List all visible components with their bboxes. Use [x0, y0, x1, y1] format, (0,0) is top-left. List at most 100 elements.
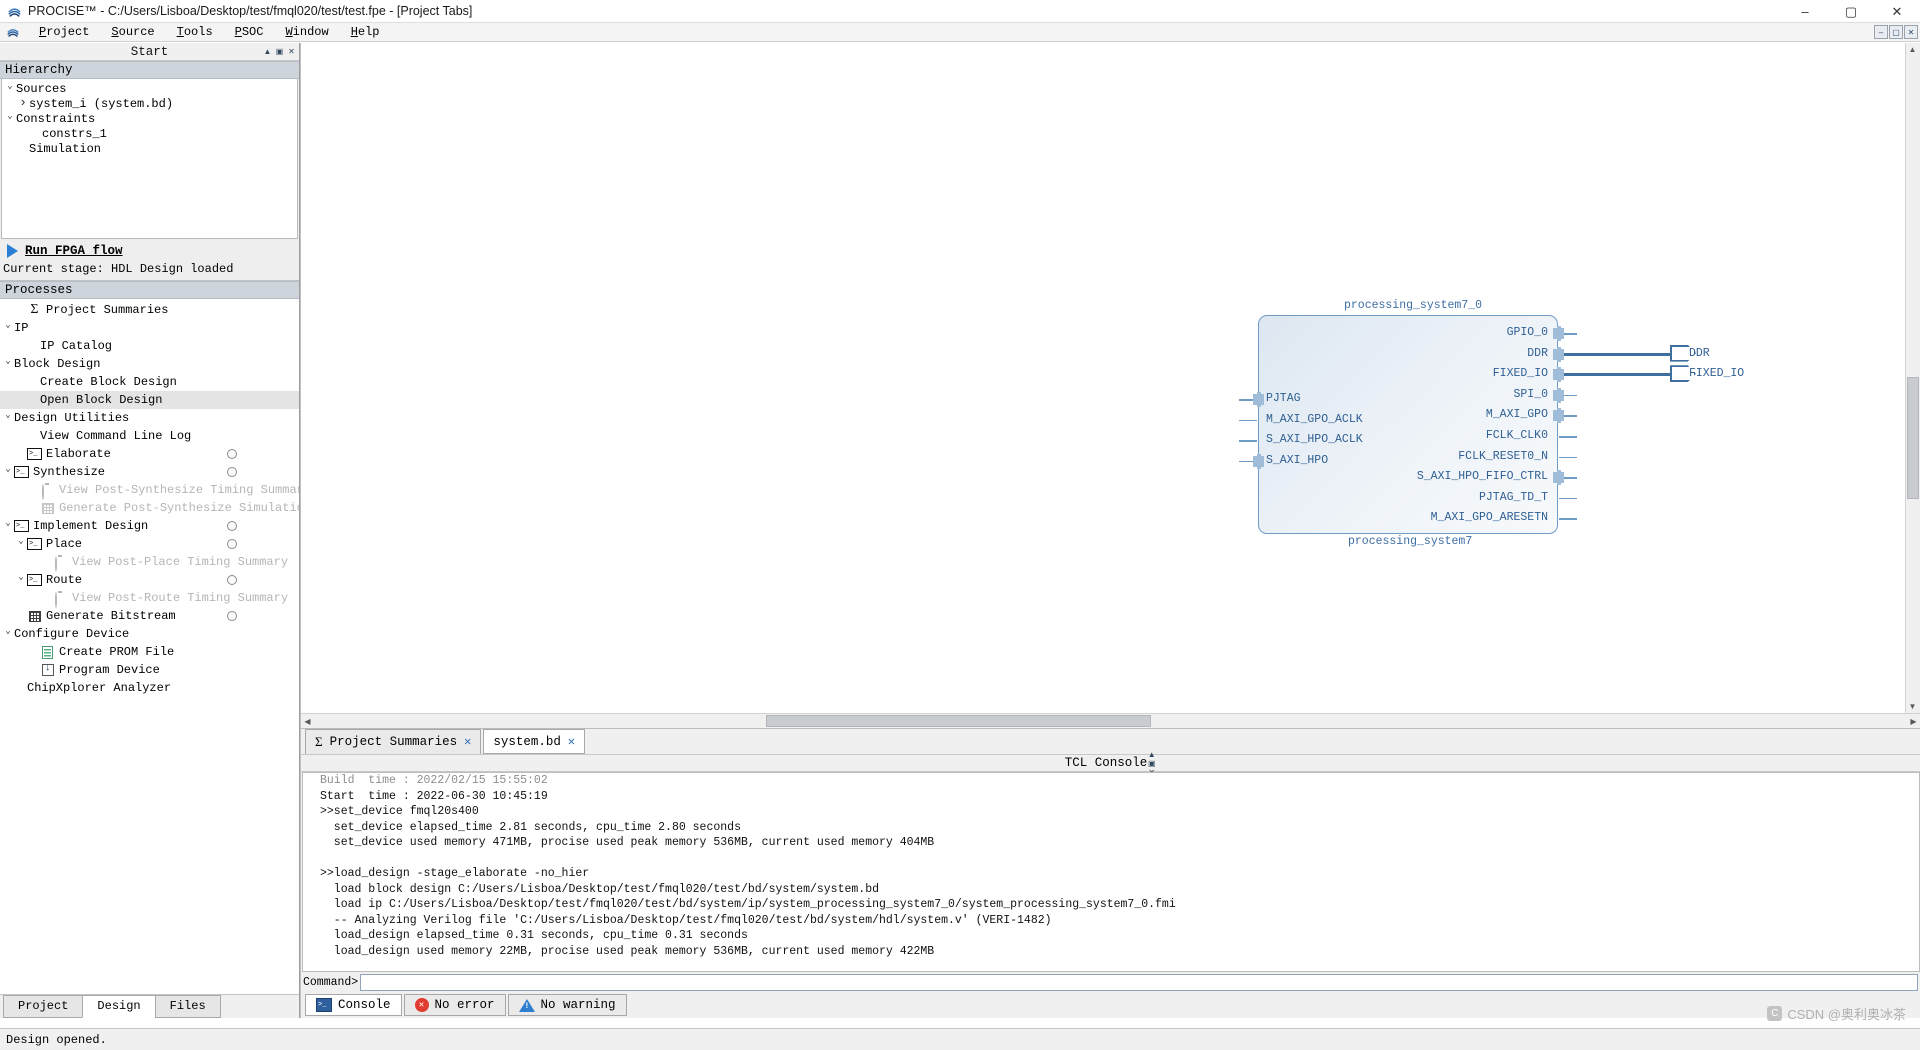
close-icon[interactable]: ✕	[568, 734, 575, 749]
process-row[interactable]: >_ Place	[0, 535, 299, 553]
start-panel-float-button[interactable]: ▣	[275, 47, 284, 56]
menu-item-tools[interactable]: Tools	[166, 24, 224, 40]
process-row[interactable]: IP Catalog	[0, 337, 299, 355]
chevron-down-icon[interactable]	[4, 84, 16, 94]
process-row[interactable]: Design Utilities	[0, 409, 299, 427]
menu-item-project[interactable]: Project	[28, 24, 100, 40]
process-row[interactable]: >_ Elaborate	[0, 445, 299, 463]
process-status-circle[interactable]	[227, 611, 237, 621]
process-row[interactable]: ChipXplorer Analyzer	[0, 679, 299, 697]
menu-item-source[interactable]: Source	[100, 24, 165, 40]
console-line: Build time : 2022/02/15 15:55:02	[320, 774, 548, 787]
process-row[interactable]: >_ Implement Design	[0, 517, 299, 535]
run-fpga-flow-button[interactable]: Run FPGA flow	[0, 244, 299, 258]
hierarchy-row[interactable]: Simulation	[2, 141, 297, 156]
canvas-horizontal-scrollbar[interactable]: ◀ ▶	[301, 713, 1920, 728]
hierarchy-row[interactable]: Sources	[2, 81, 297, 96]
tcl-console-output[interactable]: Build time : 2022/02/15 15:55:02 Start ti…	[302, 772, 1920, 972]
chevron-down-icon[interactable]	[15, 539, 27, 549]
hierarchy-row[interactable]: system_i (system.bd)	[2, 96, 297, 111]
bus-connector-icon[interactable]	[1553, 346, 1564, 362]
bus-connector-icon[interactable]	[1553, 367, 1564, 383]
left-tab-project[interactable]: Project	[3, 995, 84, 1018]
console-tab-no-error[interactable]: ✕ No error	[403, 994, 506, 1016]
bus-connector-icon[interactable]	[1553, 470, 1564, 486]
chevron-down-icon[interactable]	[2, 413, 14, 423]
chevron-down-icon[interactable]	[4, 114, 16, 124]
scroll-right-arrow-icon[interactable]: ▶	[1907, 715, 1920, 728]
pin-stub	[1559, 518, 1577, 520]
minimize-button[interactable]: –	[1782, 0, 1828, 23]
process-status-circle[interactable]	[227, 521, 237, 531]
process-row[interactable]: View Post-Synthesize Timing Summary	[0, 481, 299, 500]
process-row[interactable]: Generate Post-Synthesize Simulation File	[0, 499, 299, 517]
hierarchy-row-label: Constraints	[16, 111, 96, 126]
process-row[interactable]: View Command Line Log	[0, 427, 299, 445]
command-input[interactable]	[360, 973, 1918, 991]
chevron-down-icon[interactable]	[2, 629, 14, 639]
chevron-down-icon[interactable]	[2, 521, 14, 531]
process-row[interactable]: Generate Bitstream	[0, 607, 299, 625]
hierarchy-row[interactable]: Constraints	[2, 111, 297, 126]
process-status-circle[interactable]	[227, 539, 237, 549]
process-row[interactable]: Σ Project Summaries	[0, 301, 299, 319]
process-row[interactable]: >_ Synthesize	[0, 463, 299, 481]
start-panel-collapse-button[interactable]: ▲	[263, 47, 272, 56]
scroll-up-arrow-icon[interactable]: ▲	[1906, 43, 1919, 56]
connection-wire[interactable]	[1564, 373, 1671, 377]
chevron-down-icon[interactable]	[2, 323, 14, 333]
chevron-down-icon[interactable]	[2, 359, 14, 369]
stopwatch-icon	[53, 590, 68, 608]
bus-connector-icon[interactable]	[1553, 408, 1564, 424]
bus-connector-icon[interactable]	[1553, 326, 1564, 341]
chevron-down-icon[interactable]	[15, 575, 27, 585]
process-row[interactable]: Create PROM File	[0, 643, 299, 661]
process-status-circle[interactable]	[227, 575, 237, 585]
chevron-down-icon[interactable]	[2, 467, 14, 477]
maximize-button[interactable]: ▢	[1828, 0, 1874, 23]
process-status-circle[interactable]	[227, 467, 237, 477]
process-row[interactable]: Open Block Design	[0, 391, 299, 409]
process-row[interactable]: Block Design	[0, 355, 299, 373]
close-button[interactable]: ✕	[1874, 0, 1920, 23]
mdi-restore-button[interactable]: ▢	[1889, 25, 1903, 39]
bus-connector-icon[interactable]	[1553, 387, 1564, 403]
scroll-left-arrow-icon[interactable]: ◀	[301, 715, 314, 728]
tcl-console-collapse-button[interactable]: ▲	[1147, 750, 1156, 759]
left-tab-design[interactable]: Design	[82, 995, 156, 1018]
console-tab-no-warning[interactable]: No warning	[507, 994, 627, 1016]
processes-tree[interactable]: Σ Project Summaries IP IP Catalog Block Desi…	[0, 299, 299, 994]
mdi-minimize-button[interactable]: –	[1874, 25, 1888, 39]
connection-wire[interactable]	[1564, 352, 1671, 356]
process-row[interactable]: View Post-Place Timing Summary	[0, 553, 299, 572]
editor-tab[interactable]: Σ Project Summaries ✕	[305, 728, 482, 755]
start-panel-close-button[interactable]: ✕	[287, 47, 296, 56]
canvas-vscroll-thumb[interactable]	[1907, 377, 1919, 499]
process-row[interactable]: Program Device	[0, 661, 299, 679]
close-icon[interactable]: ✕	[464, 734, 471, 749]
hierarchy-tree[interactable]: Sourcessystem_i (system.bd)Constraintsco…	[1, 79, 298, 239]
hierarchy-row[interactable]: constrs_1	[2, 126, 297, 141]
block-design-canvas[interactable]: processing_system7_0 processing_system7 …	[301, 43, 1920, 713]
menu-item-help[interactable]: Help	[340, 24, 391, 40]
process-row-label: Program Device	[59, 663, 160, 677]
console-tab-console[interactable]: >_ Console	[305, 994, 402, 1016]
canvas-hscroll-thumb[interactable]	[766, 715, 1151, 727]
chevron-right-icon[interactable]	[17, 96, 29, 111]
process-row[interactable]: View Post-Route Timing Summary	[0, 589, 299, 608]
process-row[interactable]: Configure Device	[0, 625, 299, 643]
menu-item-window[interactable]: Window	[274, 24, 339, 40]
editor-tab[interactable]: system.bd ✕	[483, 729, 586, 754]
menu-item-psoc[interactable]: PSOC	[224, 24, 275, 40]
scroll-down-arrow-icon[interactable]: ▼	[1906, 700, 1919, 713]
block-design-canvas-region: processing_system7_0 processing_system7 …	[300, 43, 1920, 728]
process-status-circle[interactable]	[227, 449, 237, 459]
process-row[interactable]: Create Block Design	[0, 373, 299, 391]
external-port-label: DDR	[1689, 346, 1710, 360]
canvas-vertical-scrollbar[interactable]: ▲ ▼	[1905, 43, 1920, 713]
process-row[interactable]: >_ Route	[0, 571, 299, 589]
mdi-close-button[interactable]: ✕	[1904, 25, 1918, 39]
tcl-console-float-button[interactable]: ▣	[1147, 759, 1156, 768]
left-tab-files[interactable]: Files	[154, 995, 221, 1018]
process-row[interactable]: IP	[0, 319, 299, 337]
